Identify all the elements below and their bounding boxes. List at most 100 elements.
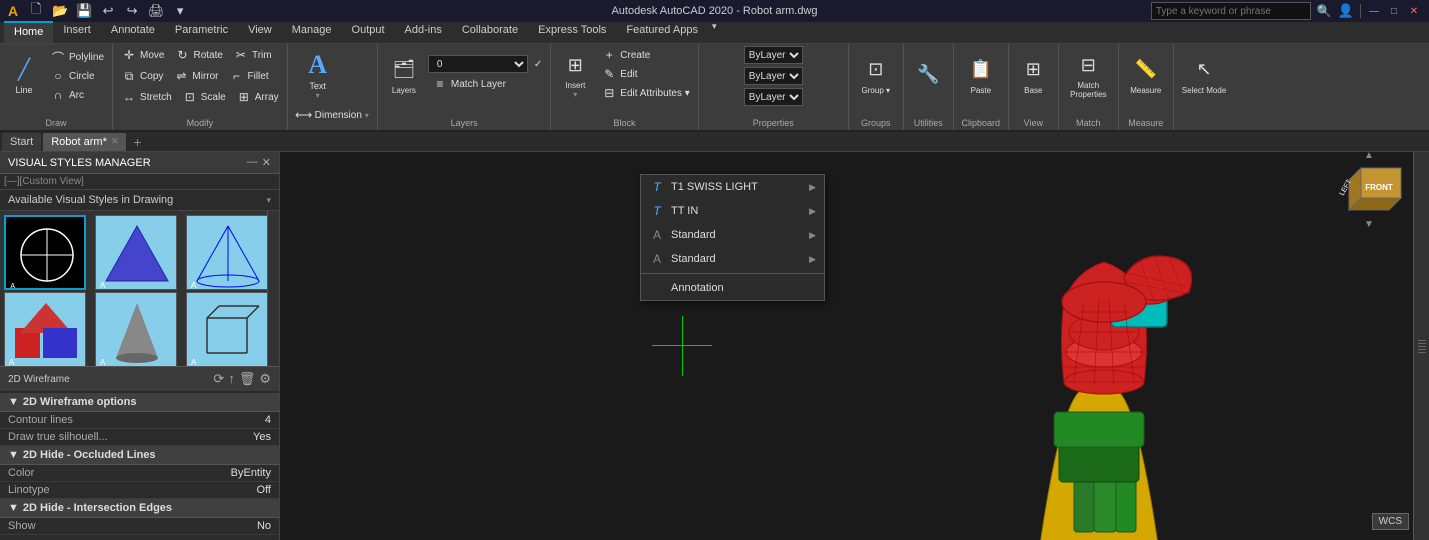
footer-icon-refresh[interactable]: ⟳ — [213, 371, 224, 387]
line-button[interactable]: ╱ Line — [4, 46, 44, 102]
polyline-button[interactable]: ⌒ Polyline — [46, 48, 108, 66]
line-label: Line — [15, 85, 32, 95]
make-current-button[interactable]: ✓ — [530, 58, 546, 71]
vs-shaded1[interactable]: A — [4, 292, 86, 367]
app-icon[interactable]: A — [8, 3, 18, 19]
rotate-button[interactable]: ↻ Rotate — [170, 46, 226, 64]
qat-undo[interactable]: ↩ — [98, 1, 118, 21]
available-styles-section[interactable]: Available Visual Styles in Drawing ▾ — [0, 190, 279, 211]
stretch-button[interactable]: ↔ Stretch — [117, 88, 176, 106]
lineweight-selector[interactable]: ByLayer — [744, 88, 803, 106]
tab-featured-apps[interactable]: Featured Apps — [616, 21, 708, 43]
doc-tab-close-button[interactable]: ✕ — [111, 136, 119, 147]
user-icon[interactable]: 👤 — [1338, 3, 1354, 19]
vs-3d-wireframe[interactable]: A — [186, 215, 268, 290]
fillet-button[interactable]: ⌐ Fillet — [225, 67, 273, 85]
panel-minimize[interactable]: — — [247, 156, 258, 169]
layer-properties-button[interactable]: 🗂 Layers — [382, 46, 426, 102]
scale-icon: ⊡ — [182, 89, 198, 105]
footer-icon-settings[interactable]: ⚙ — [259, 371, 271, 387]
color-selector[interactable]: ByLayer — [744, 46, 803, 64]
ribbon-group-view: ⊞ Base View — [1009, 44, 1059, 130]
tab-home[interactable]: Home — [4, 21, 53, 43]
main-area: VISUAL STYLES MANAGER — ✕ [—][Custom Vie… — [0, 152, 1429, 540]
color-value: ByEntity — [231, 467, 271, 479]
tab-add-ins[interactable]: Add-ins — [395, 21, 452, 43]
text-button[interactable]: A Text ▾ — [292, 46, 344, 102]
viewcube-up-arrow[interactable]: ▲ — [1364, 152, 1374, 161]
search-icon[interactable]: 🔍 — [1317, 4, 1332, 18]
tab-output[interactable]: Output — [342, 21, 395, 43]
qat-save[interactable]: 💾 — [74, 1, 94, 21]
tab-view[interactable]: View — [238, 21, 282, 43]
scale-button[interactable]: ⊡ Scale — [178, 88, 230, 106]
panel-close[interactable]: ✕ — [262, 156, 271, 169]
hide-occluded-header[interactable]: ▼ 2D Hide - Occluded Lines — [0, 446, 279, 465]
wireframe-options-header[interactable]: ▼ 2D Wireframe options — [0, 393, 279, 412]
tab-extra[interactable]: ▾ — [708, 21, 721, 43]
line-icon: ╱ — [8, 53, 40, 85]
footer-icon-export[interactable]: ↑ — [228, 371, 235, 387]
edit-button[interactable]: ✎ Edit — [597, 65, 694, 83]
circle-button[interactable]: ○ Circle — [46, 67, 108, 85]
qat-open[interactable]: 📂 — [50, 1, 70, 21]
new-tab-button[interactable]: + — [128, 133, 146, 151]
dropdown-item-t1-swiss-light[interactable]: T T1 SWISS LIGHT ▶ — [641, 175, 824, 199]
dropdown-item-standard-1[interactable]: A Standard ▶ — [641, 223, 824, 247]
footer-icon-delete[interactable]: 🗑 — [239, 371, 256, 387]
vs-shaded2[interactable]: A — [95, 292, 177, 367]
measure-button[interactable]: 📏 Measure — [1126, 46, 1166, 102]
hide-intersection-header[interactable]: ▼ 2D Hide - Intersection Edges — [0, 499, 279, 518]
move-button[interactable]: ✛ Move — [117, 46, 168, 64]
base-button[interactable]: ⊞ Base — [1013, 46, 1053, 102]
doc-tab-robot-arm[interactable]: Robot arm* ✕ — [43, 133, 126, 151]
tab-manage[interactable]: Manage — [282, 21, 342, 43]
vs-shaded3[interactable]: A — [186, 292, 268, 367]
window-maximize[interactable]: □ — [1387, 4, 1401, 18]
copy-button[interactable]: ⧉ Copy — [117, 67, 167, 85]
utilities-button[interactable]: 🔧 — [908, 46, 948, 102]
dropdown-item-annotation[interactable]: Annotation — [641, 276, 824, 300]
qat-new[interactable]: 🗋 — [26, 1, 46, 21]
viewcube-down-arrow[interactable]: ▼ — [1364, 219, 1374, 230]
window-close[interactable]: ✕ — [1407, 4, 1421, 18]
select-mode-button[interactable]: ↖ Select Mode — [1178, 46, 1230, 102]
dropdown-item-tt-in[interactable]: T TT IN ▶ — [641, 199, 824, 223]
array-button[interactable]: ⊞ Array — [232, 88, 283, 106]
tab-express-tools[interactable]: Express Tools — [528, 21, 616, 43]
side-ruler[interactable] — [1413, 152, 1429, 540]
tab-parametric[interactable]: Parametric — [165, 21, 238, 43]
tab-insert[interactable]: Insert — [53, 21, 101, 43]
arc-button[interactable]: ∩ Arc — [46, 86, 108, 104]
visual-styles-scrollbar[interactable] — [267, 211, 279, 366]
vs-conceptual[interactable]: A — [95, 215, 177, 290]
create-button[interactable]: + Create — [597, 46, 694, 64]
dropdown-item-label-3: Standard — [671, 229, 716, 241]
dimension-button[interactable]: ⟷ Dimension ▾ — [292, 106, 373, 124]
group-button[interactable]: ⊡ Group ▾ — [856, 46, 896, 102]
match-layer-button[interactable]: ≡ Match Layer — [428, 75, 546, 93]
qat-redo[interactable]: ↪ — [122, 1, 142, 21]
tab-collaborate[interactable]: Collaborate — [452, 21, 528, 43]
qat-print[interactable]: 🖨 — [146, 1, 166, 21]
current-style-label: 2D Wireframe — [8, 374, 70, 385]
ribbon-group-properties: ByLayer ByLayer ByLayer Properties — [699, 44, 849, 130]
insert-button[interactable]: ⊞ Insert ▾ — [555, 46, 595, 102]
paste-button[interactable]: 📋 Paste — [961, 46, 1001, 102]
layer-selector[interactable]: 0 — [428, 55, 528, 73]
trim-button[interactable]: ✂ Trim — [229, 46, 276, 64]
search-input[interactable] — [1151, 2, 1311, 20]
qat-extra[interactable]: ▾ — [170, 1, 190, 21]
edit-attributes-button[interactable]: ⊟ Edit Attributes ▾ — [597, 84, 694, 102]
match-properties-button[interactable]: ⊟ MatchProperties — [1066, 46, 1110, 102]
window-minimize[interactable]: — — [1367, 4, 1381, 18]
base-icon: ⊞ — [1017, 54, 1049, 86]
tab-annotate[interactable]: Annotate — [101, 21, 165, 43]
viewport[interactable]: FRONT LEFT ▲ ▼ WCS — [280, 152, 1429, 540]
vs-2d-wireframe[interactable]: A — [4, 215, 86, 290]
title-bar-controls: 🔍 👤 — □ ✕ — [1151, 2, 1421, 20]
mirror-button[interactable]: ⇌ Mirror — [169, 67, 222, 85]
linetype-selector[interactable]: ByLayer — [744, 67, 803, 85]
dropdown-item-standard-2[interactable]: A Standard ▶ — [641, 247, 824, 271]
doc-tab-start[interactable]: Start — [2, 133, 41, 151]
